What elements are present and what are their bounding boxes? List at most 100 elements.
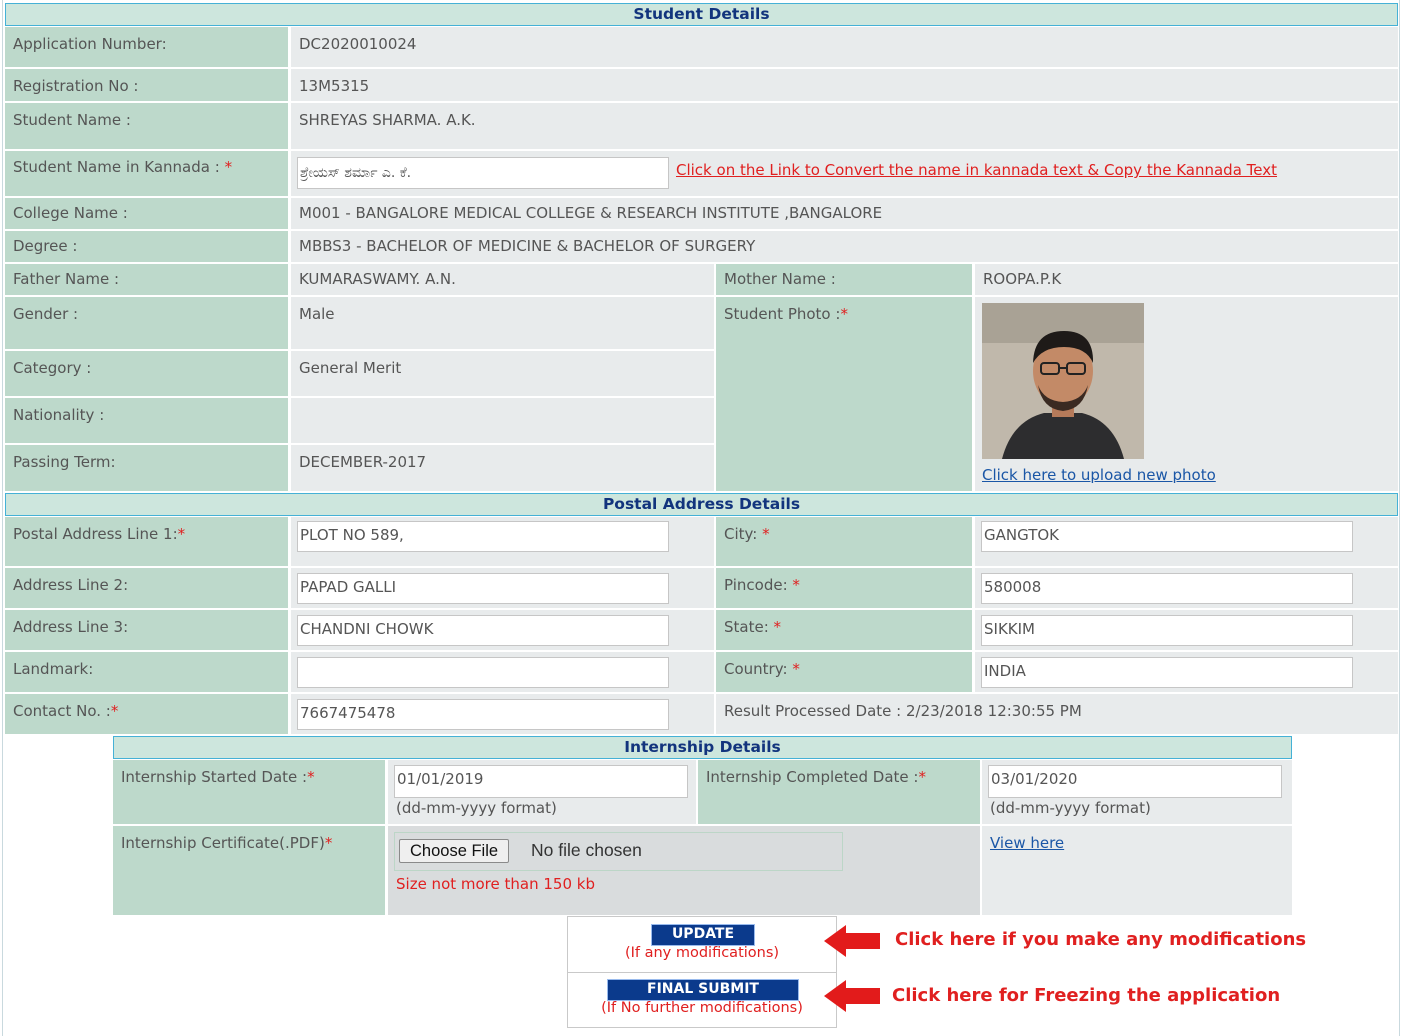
student-details-header: Student Details — [5, 3, 1398, 26]
gender-value: Male — [299, 305, 335, 323]
internship-completed-label-cell: Internship Completed Date :* — [698, 760, 980, 824]
view-certificate-link[interactable]: View here — [990, 834, 1064, 852]
pincode-label-cell: Pincode: * — [716, 568, 972, 608]
address-line2-label: Address Line 2: — [13, 576, 129, 594]
required-marker: * — [110, 702, 119, 720]
father-label-cell: Father Name : — [5, 264, 288, 295]
update-note: Click here if you make any modifications — [895, 929, 1307, 950]
contact-label: Contact No. : — [13, 702, 111, 720]
kannada-convert-link[interactable]: Click on the Link to Convert the name in… — [676, 161, 1277, 179]
landmark-label-cell: Landmark: — [5, 652, 288, 692]
required-marker: * — [792, 576, 800, 594]
upload-photo-link[interactable]: Click here to upload new photo — [982, 466, 1216, 484]
category-label-cell: Category : — [5, 351, 288, 396]
kannada-name-input[interactable]: ಶ್ರೇಯಸ್ ಶರ್ಮಾ ಎ. ಕೆ. — [297, 157, 669, 189]
reg-no-value-cell: 13M5315 — [291, 69, 1398, 101]
degree-value-cell: MBBS3 - BACHELOR OF MEDICINE & BACHELOR … — [291, 231, 1398, 262]
city-input[interactable]: GANGTOK — [981, 521, 1353, 552]
internship-details-header: Internship Details — [113, 736, 1292, 759]
result-processed-date: Result Processed Date : 2/23/2018 12:30:… — [724, 702, 1082, 720]
internship-completed-value-cell: 03/01/2020 (dd-mm-yyyy format) — [982, 760, 1292, 824]
internship-cert-label-cell: Internship Certificate(.PDF)* — [113, 826, 385, 915]
contact-label-cell: Contact No. :* — [5, 694, 288, 734]
app-number-label-cell: Application Number: — [5, 27, 288, 67]
required-marker: * — [792, 660, 800, 678]
city-value-cell: GANGTOK — [975, 517, 1398, 566]
father-label: Father Name : — [13, 270, 120, 288]
city-label-wrap: City: * — [724, 525, 770, 543]
internship-completed-format-hint: (dd-mm-yyyy format) — [990, 799, 1151, 817]
required-marker: * — [324, 834, 333, 852]
internship-started-input[interactable]: 01/01/2019 — [394, 765, 688, 798]
father-value: KUMARASWAMY. A.N. — [299, 270, 456, 288]
choose-file-button[interactable]: Choose File — [399, 839, 510, 863]
country-label: Country: — [724, 660, 788, 678]
update-button[interactable]: UPDATE — [651, 924, 755, 946]
file-size-hint: Size not more than 150 kb — [396, 875, 595, 893]
choose-file-label: Choose File — [410, 842, 499, 860]
internship-cert-value-cell: Choose File No file chosen Size not more… — [388, 826, 980, 915]
contact-value-cell: 7667475478 — [291, 694, 714, 734]
contact-label-wrap: Contact No. :* — [13, 702, 118, 720]
gender-label-cell: Gender : — [5, 297, 288, 349]
address-line3-input-value: CHANDNI CHOWK — [300, 620, 434, 638]
final-submit-hint: (If No further modifications) — [601, 1000, 803, 1016]
gender-value-cell: Male — [291, 297, 714, 349]
address-line3-input[interactable]: CHANDNI CHOWK — [297, 615, 669, 646]
degree-label: Degree : — [13, 237, 78, 255]
contact-input[interactable]: 7667475478 — [297, 699, 669, 730]
father-value-cell: KUMARASWAMY. A.N. — [291, 264, 714, 295]
internship-completed-input-value: 03/01/2020 — [991, 770, 1078, 788]
pincode-label-wrap: Pincode: * — [724, 576, 800, 594]
app-number-value: DC2020010024 — [299, 35, 417, 53]
address-line3-value-cell: CHANDNI CHOWK — [291, 610, 714, 650]
photo-label: Student Photo : — [724, 305, 841, 323]
passing-term-label: Passing Term: — [13, 453, 116, 471]
address-line1-input[interactable]: PLOT NO 589, — [297, 521, 669, 552]
student-name-value-cell: SHREYAS SHARMA. A.K. — [291, 103, 1398, 149]
final-submit-note: Click here for Freezing the application — [892, 985, 1281, 1006]
country-input[interactable]: INDIA — [981, 657, 1353, 688]
category-value: General Merit — [299, 359, 402, 377]
state-input[interactable]: SIKKIM — [981, 615, 1353, 646]
city-label-cell: City: * — [716, 517, 972, 566]
college-value-cell: M001 - BANGALORE MEDICAL COLLEGE & RESEA… — [291, 198, 1398, 229]
internship-completed-label: Internship Completed Date : — [706, 768, 919, 786]
update-hint: (If any modifications) — [624, 945, 780, 961]
address-line2-input[interactable]: PAPAD GALLI — [297, 573, 669, 604]
student-name-value: SHREYAS SHARMA. A.K. — [299, 111, 476, 129]
city-input-value: GANGTOK — [984, 526, 1059, 544]
postal-details-title: Postal Address Details — [602, 495, 801, 513]
kannada-name-label-wrap: Student Name in Kannada : * — [13, 158, 232, 176]
final-submit-button[interactable]: FINAL SUBMIT — [607, 979, 799, 1001]
pincode-input[interactable]: 580008 — [981, 573, 1353, 604]
country-label-wrap: Country: * — [724, 660, 800, 678]
kannada-name-input-value: ಶ್ರೇಯಸ್ ಶರ್ಮಾ ಎ. ಕೆ. — [300, 165, 412, 181]
required-marker: * — [177, 525, 186, 543]
actions-divider — [568, 972, 836, 973]
required-marker: * — [307, 768, 315, 786]
file-input[interactable]: Choose File No file chosen — [394, 832, 843, 871]
country-input-value: INDIA — [984, 662, 1026, 680]
landmark-input[interactable] — [297, 657, 669, 688]
passing-term-value-cell: DECEMBER-2017 — [291, 445, 714, 491]
student-photo-image — [982, 303, 1144, 459]
internship-completed-input[interactable]: 03/01/2020 — [988, 765, 1282, 798]
address-line1-label-cell: Postal Address Line 1:* — [5, 517, 288, 566]
address-line3-label: Address Line 3: — [13, 618, 129, 636]
address-line2-value-cell: PAPAD GALLI — [291, 568, 714, 608]
address-line3-label-cell: Address Line 3: — [5, 610, 288, 650]
nationality-value-cell — [291, 398, 714, 443]
state-value-cell: SIKKIM — [975, 610, 1398, 650]
pincode-value-cell: 580008 — [975, 568, 1398, 608]
photo-label-cell: Student Photo :* — [716, 297, 972, 491]
kannada-name-value-cell: ಶ್ರೇಯಸ್ ಶರ್ಮಾ ಎ. ಕೆ. Click on the Link t… — [291, 151, 1398, 196]
final-submit-button-label: FINAL SUBMIT — [647, 981, 759, 997]
mother-label-cell: Mother Name : — [716, 264, 972, 295]
arrow-left-icon — [824, 980, 880, 1012]
address-line1-label: Postal Address Line 1: — [13, 525, 178, 543]
required-marker: * — [224, 158, 233, 176]
internship-started-label-wrap: Internship Started Date :* — [121, 768, 315, 786]
gender-label: Gender : — [13, 305, 79, 323]
required-marker: * — [762, 525, 770, 543]
